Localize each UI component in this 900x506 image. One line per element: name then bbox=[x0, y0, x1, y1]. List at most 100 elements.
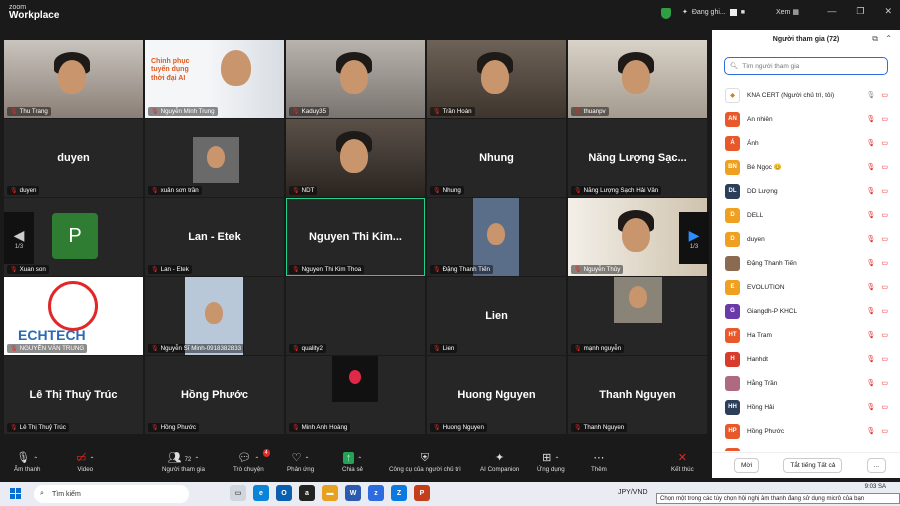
video-tile[interactable]: 🎙︎ Trần Hoàn bbox=[427, 40, 566, 118]
end-meeting-button[interactable]: ✕ Kết thúc bbox=[671, 451, 694, 473]
participant-row[interactable]: Á Ánh 🎙︎ ▭ bbox=[712, 131, 900, 155]
video-tile[interactable]: 🎙︎ Kaduy35 bbox=[286, 40, 425, 118]
restore-icon[interactable]: ❐ bbox=[856, 6, 864, 17]
video-tile[interactable]: duyen 🎙︎ duyen bbox=[4, 119, 143, 197]
video-off-icon: ▭ bbox=[881, 308, 888, 315]
pause-recording-icon[interactable] bbox=[729, 8, 737, 16]
video-tile[interactable]: ECHTECH 🎙︎ NGUYỄN VĂN TRUNG bbox=[4, 277, 143, 355]
participant-row[interactable]: HT Ha Tram 🎙︎ ▭ bbox=[712, 323, 900, 347]
participant-list-name: Ánh bbox=[747, 139, 759, 147]
edge-icon[interactable]: e bbox=[253, 485, 269, 501]
participant-name-label: 🎙︎ Lê Thị Thuỷ Trúc bbox=[7, 423, 69, 432]
participant-name: Hồng Phước bbox=[160, 424, 196, 431]
participant-row[interactable]: HP Hồng Phước 🎙︎ ▭ bbox=[712, 419, 900, 443]
muted-mic-icon: 🎙︎ bbox=[292, 188, 300, 194]
audio-button[interactable]: 🎙︎ ⌃ Âm thanh bbox=[14, 451, 40, 473]
participant-row[interactable]: HH Hồng Hải 🎙︎ ▭ bbox=[712, 395, 900, 419]
avatar: AN bbox=[725, 111, 740, 127]
currency-widget[interactable]: JPY/VND bbox=[618, 489, 648, 496]
next-page-button[interactable]: ▶ 1/3 bbox=[679, 212, 709, 264]
reactions-button[interactable]: ♡ ⌃ Phản ứng bbox=[287, 451, 314, 473]
video-tile[interactable]: 🎙︎ NDT bbox=[286, 119, 425, 197]
amazon-icon[interactable]: a bbox=[299, 485, 315, 501]
video-tile[interactable]: 🎙︎ Thu Trang bbox=[4, 40, 143, 118]
taskbar-search-input[interactable]: ⌕ Tìm kiếm bbox=[34, 485, 189, 503]
invite-button[interactable]: Mời bbox=[734, 458, 760, 473]
minimize-icon[interactable]: — bbox=[827, 6, 836, 17]
participant-row[interactable]: ◆ KNA CERT (Người chủ trì, tôi) 🎙︎ ▭ bbox=[712, 83, 900, 107]
avatar-letter: P bbox=[52, 213, 98, 259]
close-icon[interactable]: ✕ bbox=[884, 6, 892, 17]
view-button[interactable]: Xem ▦ bbox=[776, 8, 799, 16]
participant-name: Huong Nguyen bbox=[442, 424, 484, 431]
participants-icon: 👥︎ 72 ⌃ bbox=[167, 452, 200, 464]
video-tile[interactable]: 🎙︎ Minh Anh Hoàng bbox=[286, 356, 425, 434]
video-tile[interactable]: Lan - Etek 🎙︎ Lan - Etek bbox=[145, 198, 284, 276]
muted-mic-icon: 🎙︎ bbox=[574, 346, 582, 352]
logo-bottom-text: Workplace bbox=[9, 10, 60, 21]
outlook-icon[interactable]: O bbox=[276, 485, 292, 501]
participant-row[interactable]: G Giangdh-P KHCL 🎙︎ ▭ bbox=[712, 299, 900, 323]
video-tile[interactable]: Nguyen Thi Kim... 🎙︎ Nguyen Thi Kim Thoa bbox=[286, 198, 425, 276]
video-tile[interactable]: Lê Thị Thuỷ Trúc 🎙︎ Lê Thị Thuỷ Trúc bbox=[4, 356, 143, 434]
notification-toast[interactable]: Chọn một trong các tùy chọn hội nghị âm … bbox=[656, 493, 900, 504]
recording-indicator[interactable]: ✦ Đang ghi... ■ bbox=[682, 8, 745, 16]
zoom-taskbar-icon[interactable]: z bbox=[368, 485, 384, 501]
video-tile[interactable]: 🎙︎ thuanpv bbox=[568, 40, 707, 118]
participant-row[interactable]: H Hanhdt 🎙︎ ▭ bbox=[712, 347, 900, 371]
file-explorer-icon[interactable]: ▭ bbox=[230, 485, 246, 501]
participant-row[interactable]: HNHuong Nguyen🎙︎▭ bbox=[712, 443, 900, 451]
host-tools-button[interactable]: ⛨ Công cụ của người chủ trì bbox=[389, 451, 461, 473]
video-button[interactable]: ▭̸ ⌃ Video bbox=[76, 451, 94, 473]
participant-row[interactable]: D DELL 🎙︎ ▭ bbox=[712, 203, 900, 227]
ai-companion-button[interactable]: ✦ AI Companion bbox=[480, 451, 519, 473]
participant-row[interactable]: BN Bé Ngọc 😊 🎙︎ ▭ bbox=[712, 155, 900, 179]
previous-page-button[interactable]: ◀ 1/3 bbox=[4, 212, 34, 264]
participants-header: Người tham gia (72) ⧉ ⌃ bbox=[712, 30, 900, 48]
participant-row[interactable]: AN An nhiên 🎙︎ ▭ bbox=[712, 107, 900, 131]
participant-status-icons: 🎙︎ ▭ bbox=[866, 403, 888, 411]
recording-icon: ✦ bbox=[682, 9, 688, 16]
video-tile[interactable]: 🎙︎ Đặng Thanh Tiến bbox=[427, 198, 566, 276]
video-tile[interactable]: Lien 🎙︎ Lien bbox=[427, 277, 566, 355]
clock[interactable]: 9:03 SA bbox=[865, 484, 886, 490]
mute-all-button[interactable]: Tắt tiếng Tất cả bbox=[783, 458, 843, 473]
video-tile[interactable]: Năng Lượng Sạc... 🎙︎ Năng Lượng Sạch Hải V… bbox=[568, 119, 707, 197]
person-face bbox=[629, 286, 647, 308]
folder-icon[interactable]: ▬ bbox=[322, 485, 338, 501]
video-tile[interactable]: Chinh phục tuyển dụng thời đại AI 🎙︎ Nguyễn … bbox=[145, 40, 284, 118]
video-tile[interactable]: Hồng Phước 🎙︎ Hồng Phước bbox=[145, 356, 284, 434]
word-icon[interactable]: W bbox=[345, 485, 361, 501]
more-options-button[interactable]: ... bbox=[866, 458, 886, 473]
video-tile[interactable]: 🎙︎ quality2 bbox=[286, 277, 425, 355]
collapse-icon[interactable]: ⌃ bbox=[885, 34, 892, 43]
video-tile[interactable]: Huong Nguyen 🎙︎ Huong Nguyen bbox=[427, 356, 566, 434]
security-shield-icon[interactable] bbox=[661, 8, 671, 19]
participant-search-input[interactable]: 🔍︎ Tìm người tham gia bbox=[724, 57, 888, 75]
participant-row[interactable]: Dduyen 🎙︎ ▭ bbox=[712, 227, 900, 251]
stop-recording-icon[interactable]: ■ bbox=[741, 9, 745, 16]
video-tile[interactable]: 🎙︎ xuân sơn trần bbox=[145, 119, 284, 197]
profile-picture bbox=[332, 356, 378, 402]
muted-mic-icon: 🎙︎ bbox=[866, 188, 876, 195]
powerpoint-icon[interactable]: P bbox=[414, 485, 430, 501]
video-tile[interactable]: Nhung 🎙︎ Nhung bbox=[427, 119, 566, 197]
video-tile[interactable]: Thanh Nguyen 🎙︎ Thanh Nguyen bbox=[568, 356, 707, 434]
participant-name: Kaduy35 bbox=[301, 108, 327, 115]
participant-row[interactable]: Đặng Thanh Tiến 🎙︎ ▭ bbox=[712, 251, 900, 275]
participant-row[interactable]: E EVOLUTION 🎙︎ ▭ bbox=[712, 275, 900, 299]
participant-list[interactable]: ◆ KNA CERT (Người chủ trì, tôi) 🎙︎ ▭ AN An nh… bbox=[712, 83, 900, 451]
windows-start-icon[interactable] bbox=[10, 488, 22, 500]
video-tile[interactable]: 🎙︎ Nguyễn Sĩ Minh-0918382833 bbox=[145, 277, 284, 355]
popout-icon[interactable]: ⧉ bbox=[872, 34, 878, 44]
participant-row[interactable]: DL DD Lượng 🎙︎ ▭ bbox=[712, 179, 900, 203]
participant-row[interactable]: Hằng Trần 🎙︎ ▭ bbox=[712, 371, 900, 395]
video-tile[interactable]: 🎙︎ mạnh nguyễn bbox=[568, 277, 707, 355]
apps-button[interactable]: ⊞ ⌃ Ứng dụng bbox=[537, 451, 565, 473]
more-button[interactable]: ⋯ Thêm bbox=[591, 451, 607, 473]
zalo-icon[interactable]: Z bbox=[391, 485, 407, 501]
chat-button[interactable]: 💬︎ 4 ⌃ Trò chuyện bbox=[233, 449, 270, 473]
participants-button[interactable]: 👥︎ 72 ⌃ Người tham gia bbox=[162, 451, 205, 473]
share-button[interactable]: ↑ ⌃ Chia sẻ bbox=[342, 451, 363, 473]
video-off-icon: ▭ bbox=[881, 92, 888, 99]
